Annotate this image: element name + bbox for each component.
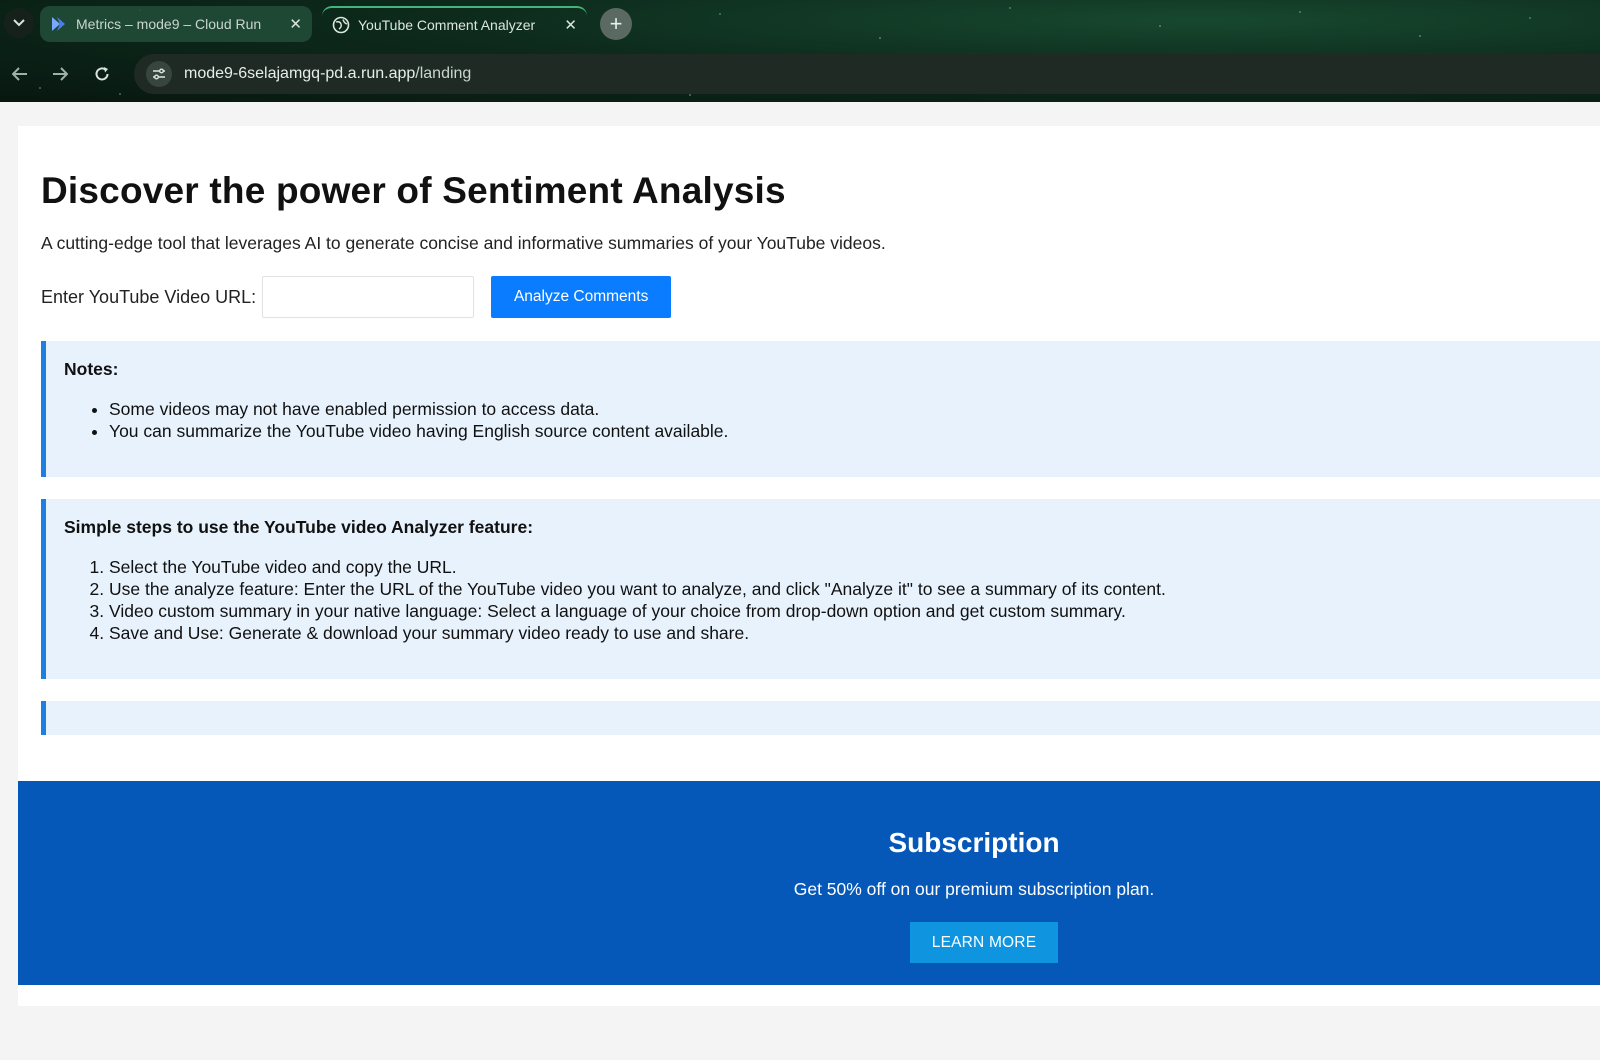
learn-more-button[interactable]: LEARN MORE [910,922,1058,963]
subscription-title: Subscription [888,827,1060,858]
reload-button[interactable] [86,58,118,90]
close-icon[interactable]: ✕ [564,16,577,34]
results-box [41,701,1600,735]
page-subtitle: A cutting-edge tool that leverages AI to… [41,233,886,253]
notes-heading: Notes: [64,359,119,379]
list-item: Video custom summary in your native lang… [109,600,1166,622]
reload-icon [95,67,109,81]
notes-box: Notes: Some videos may not have enabled … [41,341,1600,477]
url-host: mode9-6selajamgq-pd.a.run.app [184,65,416,82]
url-label: Enter YouTube Video URL: [41,286,257,307]
chevron-down-icon [13,19,25,27]
steps-list: Select the YouTube video and copy the UR… [109,556,1166,644]
list-item: Select the YouTube video and copy the UR… [109,556,1166,578]
globe-icon [332,16,350,34]
site-info-button[interactable] [146,61,172,87]
youtube-url-input[interactable] [262,276,475,318]
notes-list: Some videos may not have enabled permiss… [109,398,728,442]
tab-search-button[interactable] [4,8,34,38]
page-content: Discover the power of Sentiment Analysis… [18,126,1600,1006]
plus-icon: + [609,11,623,36]
analyze-comments-button[interactable]: Analyze Comments [491,276,672,318]
steps-heading: Simple steps to use the YouTube video An… [64,517,534,537]
tab-youtube-comment-analyzer[interactable]: YouTube Comment Analyzer ✕ [322,6,587,42]
cloud-run-icon [52,17,65,31]
tab-title: YouTube Comment Analyzer [358,17,536,33]
tune-icon [153,68,165,80]
page-title: Discover the power of Sentiment Analysis [41,170,786,211]
url-path: /landing [415,65,472,82]
list-item: Save and Use: Generate & download your s… [109,622,1166,644]
arrow-left-icon [12,67,27,81]
tab-title: Metrics – mode9 – Cloud Run [76,16,262,32]
new-tab-button[interactable]: + [600,8,632,40]
list-item: Some videos may not have enabled permiss… [109,398,728,420]
url-form: Enter YouTube Video URL: Analyze Comment… [41,276,672,318]
browser-toolbar: mode9-6selajamgq-pd.a.run.app/landing [0,50,1600,98]
tab-metrics[interactable]: Metrics – mode9 – Cloud Run ✕ [40,6,312,42]
subscription-banner: Subscription Get 50% off on our premium … [18,781,1600,985]
subscription-text: Get 50% off on our premium subscription … [793,879,1155,899]
list-item: You can summarize the YouTube video havi… [109,420,728,442]
url-text: mode9-6selajamgq-pd.a.run.app/landing [184,65,471,83]
list-item: Use the analyze feature: Enter the URL o… [109,578,1166,600]
close-icon[interactable]: ✕ [289,15,302,33]
forward-button[interactable] [44,58,76,90]
arrow-right-icon [53,67,68,81]
address-bar[interactable]: mode9-6selajamgq-pd.a.run.app/landing [134,54,1600,94]
browser-chrome: Metrics – mode9 – Cloud Run ✕ YouTube Co… [0,0,1600,102]
back-button[interactable] [4,58,36,90]
tab-strip: Metrics – mode9 – Cloud Run ✕ YouTube Co… [0,0,1600,48]
steps-box: Simple steps to use the YouTube video An… [41,499,1600,679]
